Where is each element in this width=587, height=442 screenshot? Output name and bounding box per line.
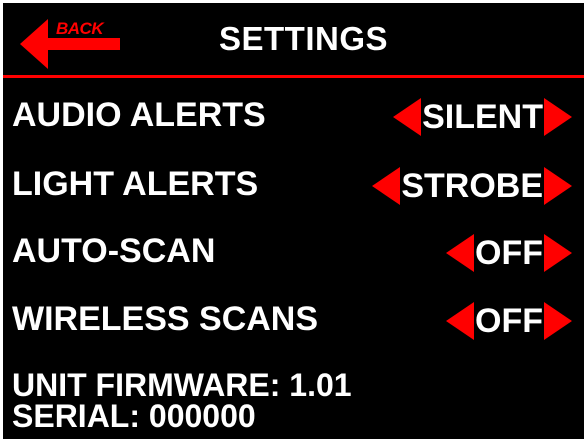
setting-label: AUDIO ALERTS [12, 96, 266, 134]
light-alerts-selector: STROBE [372, 166, 572, 206]
triangle-left-icon[interactable] [446, 234, 475, 272]
setting-value: OFF [475, 233, 543, 272]
setting-label: WIRELESS SCANS [12, 300, 319, 338]
setting-label: AUTO-SCAN [12, 232, 216, 270]
setting-row-auto-scan: AUTO-SCAN OFF [3, 222, 584, 282]
setting-value: OFF [475, 301, 543, 340]
header: BACK SETTINGS [3, 3, 584, 75]
setting-row-wireless-scans: WIRELESS SCANS OFF [3, 290, 584, 350]
setting-value: SILENT [422, 97, 543, 136]
page-title: SETTINGS [218, 20, 389, 57]
wireless-scans-selector: OFF [446, 301, 572, 341]
triangle-left-icon[interactable] [446, 302, 475, 340]
triangle-left-icon[interactable] [393, 98, 422, 136]
triangle-right-icon[interactable] [544, 98, 572, 136]
setting-row-audio-alerts: AUDIO ALERTS SILENT [3, 86, 584, 146]
header-divider [3, 75, 584, 78]
triangle-left-icon[interactable] [372, 167, 401, 205]
setting-label: LIGHT ALERTS [12, 165, 259, 203]
audio-alerts-selector: SILENT [393, 97, 572, 137]
triangle-right-icon[interactable] [544, 234, 572, 272]
serial-info: SERIAL: 000000 [12, 398, 256, 434]
auto-scan-selector: OFF [446, 233, 572, 273]
setting-row-light-alerts: LIGHT ALERTS STROBE [3, 155, 584, 215]
triangle-right-icon[interactable] [544, 302, 572, 340]
setting-value: STROBE [401, 166, 543, 205]
settings-screen: BACK SETTINGS AUDIO ALERTS SILENT LIGHT … [3, 3, 584, 439]
triangle-right-icon[interactable] [544, 167, 572, 205]
